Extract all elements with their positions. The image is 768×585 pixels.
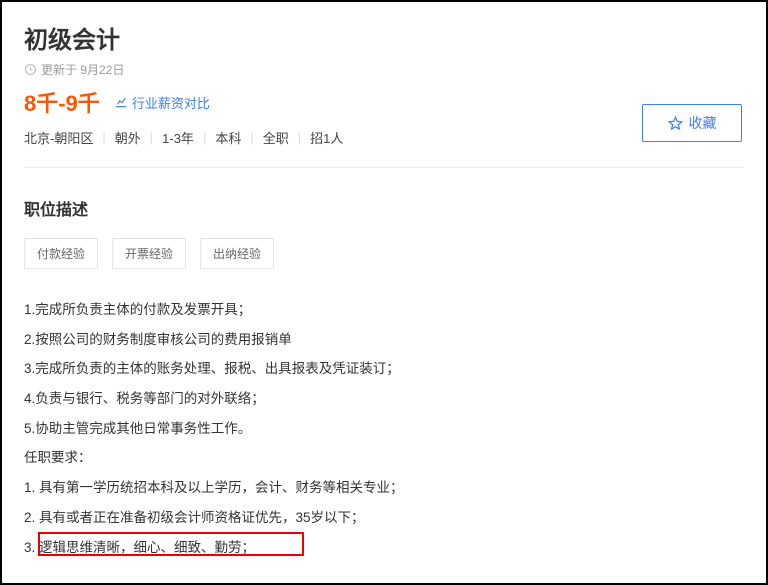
requirement-item: 1. 具有第一学历统招本科及以上学历，会计、财务等相关专业； xyxy=(24,473,744,503)
req-text: 逻辑思维清晰，细心、细致、勤劳； xyxy=(39,540,255,555)
chart-icon xyxy=(114,95,128,109)
req-prefix: 2. xyxy=(24,510,39,525)
meta-sep: | xyxy=(298,130,301,145)
job-meta-row: 北京-朝阳区 | 朝外 | 1-3年 | 本科 | 全职 | 招1人 xyxy=(24,128,744,147)
requirement-item: 2. 具有或者正在准备初级会计师资格证优先，35岁以下； xyxy=(24,503,744,533)
skill-tags: 付款经验 开票经验 出纳经验 xyxy=(24,238,744,269)
req-highlight-text: 具有或者正在准备初级会计师资格证优先 xyxy=(39,510,282,525)
skill-tag: 出纳经验 xyxy=(200,238,274,269)
job-posting-frame: 初级会计 更新于 9月22日 8千-9千 行业薪资对比 北京-朝阳区 | 朝外 … xyxy=(0,0,768,585)
meta-location: 北京-朝阳区 xyxy=(24,128,93,147)
content-area: 初级会计 更新于 9月22日 8千-9千 行业薪资对比 北京-朝阳区 | 朝外 … xyxy=(2,2,766,562)
star-icon xyxy=(668,116,683,131)
req-prefix: 3. xyxy=(24,540,39,555)
meta-area: 朝外 xyxy=(115,128,141,147)
duty-item: 3.完成所负责的主体的账务处理、报税、出具报表及凭证装订； xyxy=(24,354,744,384)
update-time-row: 更新于 9月22日 xyxy=(24,61,744,78)
requirement-item: 3. 逻辑思维清晰，细心、细致、勤劳； xyxy=(24,533,744,563)
salary-compare-link[interactable]: 行业薪资对比 xyxy=(114,93,210,112)
job-title: 初级会计 xyxy=(24,20,744,55)
salary-compare-label: 行业薪资对比 xyxy=(132,93,210,112)
salary-text: 8千-9千 xyxy=(24,86,100,118)
req-text: 具有第一学历统招本科及以上学历，会计、财务等相关专业； xyxy=(39,480,404,495)
favorite-button[interactable]: 收藏 xyxy=(642,104,742,142)
meta-sep: | xyxy=(250,130,253,145)
duty-item: 4.负责与银行、税务等部门的对外联络； xyxy=(24,384,744,414)
requirements-list: 1. 具有第一学历统招本科及以上学历，会计、财务等相关专业； 2. 具有或者正在… xyxy=(24,473,744,562)
meta-education: 本科 xyxy=(215,128,241,147)
req-suffix: ，35岁以下； xyxy=(282,510,365,525)
meta-experience: 1-3年 xyxy=(162,128,194,147)
clock-icon xyxy=(24,63,37,76)
req-prefix: 1. xyxy=(24,480,39,495)
description-section-title: 职位描述 xyxy=(24,196,744,220)
update-time-text: 更新于 9月22日 xyxy=(41,61,124,78)
duties-list: 1.完成所负责主体的付款及发票开具； 2.按照公司的财务制度审核公司的费用报销单… xyxy=(24,295,744,443)
salary-row: 8千-9千 行业薪资对比 xyxy=(24,86,744,118)
duty-item: 2.按照公司的财务制度审核公司的费用报销单 xyxy=(24,325,744,355)
skill-tag: 开票经验 xyxy=(112,238,186,269)
meta-headcount: 招1人 xyxy=(310,128,343,147)
duty-item: 5.协助主管完成其他日常事务性工作。 xyxy=(24,414,744,444)
meta-type: 全职 xyxy=(263,128,289,147)
divider xyxy=(24,167,744,168)
meta-sep: | xyxy=(203,130,206,145)
skill-tag: 付款经验 xyxy=(24,238,98,269)
meta-sep: | xyxy=(150,130,153,145)
favorite-label: 收藏 xyxy=(689,113,717,133)
duty-item: 1.完成所负责主体的付款及发票开具； xyxy=(24,295,744,325)
meta-sep: | xyxy=(102,130,105,145)
requirements-title: 任职要求： xyxy=(24,443,744,473)
